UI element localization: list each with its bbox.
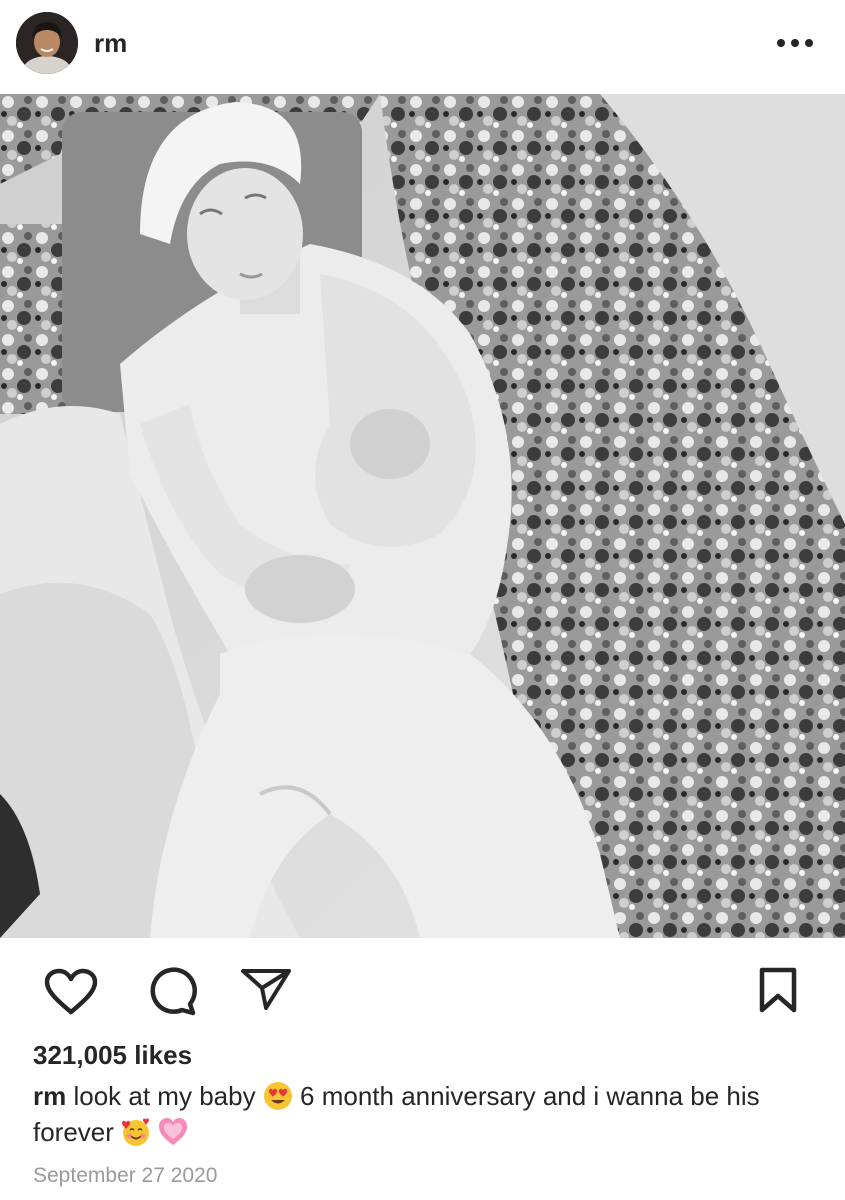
smiling-face-with-hearts-emoji [122, 1118, 150, 1146]
like-button[interactable] [44, 968, 98, 1021]
caption-author[interactable]: rm [33, 1081, 66, 1111]
post-username[interactable]: rm [94, 28, 127, 59]
comment-button[interactable] [144, 966, 198, 1021]
comment-bubble-icon [150, 967, 197, 1016]
heart-eyes-emoji [263, 1082, 292, 1110]
paper-plane-icon [241, 969, 291, 1010]
save-button[interactable] [758, 966, 798, 1019]
post-photo-image [0, 94, 845, 938]
share-button[interactable] [240, 968, 292, 1017]
post-header: rm [0, 0, 845, 94]
avatar[interactable] [16, 12, 78, 74]
more-options-button[interactable] [770, 26, 820, 60]
post-actions [0, 938, 845, 1038]
caption-text-1: look at my baby [73, 1081, 256, 1111]
heart-outline-icon [44, 968, 98, 1015]
like-count[interactable]: 321,005 likes [33, 1040, 192, 1071]
post-photo[interactable] [0, 94, 845, 938]
growing-heart-emoji [159, 1118, 188, 1145]
post-date: September 27 2020 [33, 1164, 218, 1187]
more-options-icon [777, 39, 813, 47]
bookmark-icon [759, 967, 797, 1013]
avatar-image [16, 12, 78, 74]
post-caption: rm look at my baby 6 month anniversary a… [33, 1078, 813, 1150]
